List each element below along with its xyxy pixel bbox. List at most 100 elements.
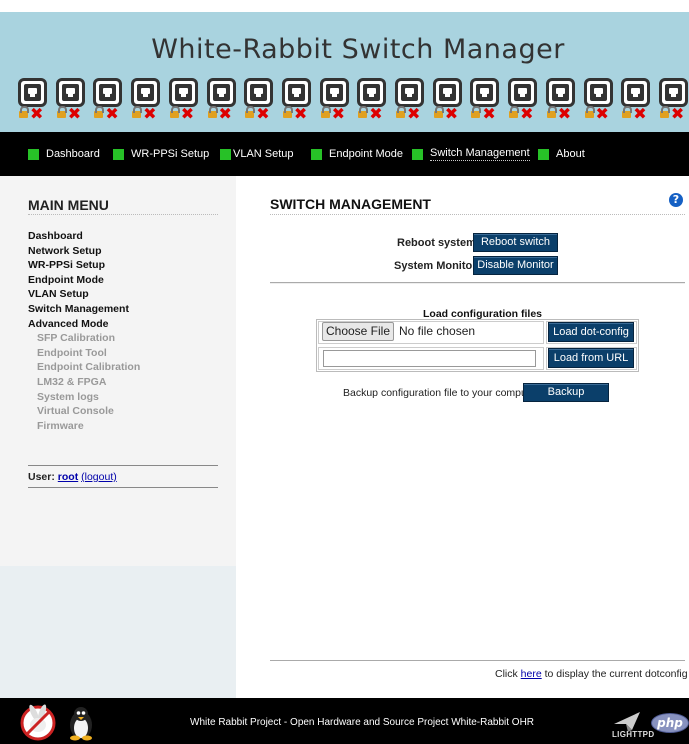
- link-down-icon: ✖: [369, 104, 383, 123]
- link-down-icon: ✖: [331, 104, 345, 123]
- ethernet-port-icon: [508, 78, 538, 107]
- reboot-label: Reboot system:: [397, 237, 480, 249]
- link-down-icon: ✖: [595, 104, 609, 123]
- unlocked-icon: [471, 106, 482, 118]
- page-title: SWITCH MANAGEMENT: [270, 196, 431, 212]
- menu-item-system-logs[interactable]: System logs: [28, 390, 218, 405]
- link-down-icon: ✖: [30, 104, 44, 123]
- user-divider-bottom: [28, 487, 218, 488]
- nav-endpoint-mode[interactable]: Endpoint Mode: [311, 147, 403, 161]
- unlocked-icon: [509, 106, 520, 118]
- link-down-icon: ✖: [143, 104, 157, 123]
- port-5-icon: ✖: [168, 78, 199, 124]
- load-dot-config-button[interactable]: Load dot-config: [548, 322, 634, 342]
- port-17-icon: ✖: [621, 78, 651, 124]
- menu-item-lm32-fpga[interactable]: LM32 & FPGA: [28, 375, 218, 390]
- footer-text: White Rabbit Project - Open Hardware and…: [190, 717, 535, 728]
- ethernet-port-icon: [319, 78, 349, 107]
- link-down-icon: ✖: [218, 104, 232, 123]
- menu-item-endpoint-calibration[interactable]: Endpoint Calibration: [28, 360, 218, 375]
- system-monitor-label: System Monitor:: [394, 260, 481, 272]
- user-divider-top: [28, 465, 218, 466]
- footer-divider: [270, 660, 685, 661]
- port-2-icon: ✖: [55, 78, 86, 124]
- unlocked-icon: [207, 106, 218, 118]
- reboot-switch-button[interactable]: Reboot switch: [473, 233, 558, 252]
- port-4-icon: ✖: [131, 78, 161, 124]
- menu-item-advanced-mode[interactable]: Advanced Mode: [28, 317, 218, 332]
- ethernet-port-icon: [55, 78, 85, 107]
- unlocked-icon: [19, 106, 29, 118]
- help-icon[interactable]: ?: [669, 193, 683, 207]
- unlocked-icon: [282, 106, 293, 118]
- link-down-icon: ✖: [105, 104, 119, 123]
- port-9-icon: ✖: [319, 78, 350, 124]
- menu-item-virtual-console[interactable]: Virtual Console: [28, 404, 218, 419]
- link-down-icon: ✖: [444, 104, 459, 123]
- unlocked-icon: [169, 106, 180, 118]
- dotconfig-here-link[interactable]: here: [521, 668, 542, 680]
- nav-bullet-icon: [113, 148, 124, 160]
- ethernet-port-icon: [470, 78, 500, 107]
- config-url-input[interactable]: [323, 350, 536, 367]
- sidebar-footer-area: [0, 566, 236, 698]
- menu-item-endpoint-mode[interactable]: Endpoint Mode: [28, 273, 218, 288]
- tux-logo-icon: [70, 707, 92, 741]
- link-down-icon: ✖: [67, 104, 82, 123]
- menu-item-wr-ppsi-setup[interactable]: WR-PPSi Setup: [28, 258, 218, 273]
- link-down-icon: ✖: [407, 104, 421, 123]
- nav-bullet-icon: [412, 148, 423, 160]
- ethernet-port-icon: [432, 78, 462, 107]
- load-from-url-button[interactable]: Load from URL: [548, 348, 634, 368]
- menu-item-switch-management[interactable]: Switch Management: [28, 302, 218, 317]
- unlocked-icon: [56, 106, 67, 118]
- php-logo-icon: php: [651, 713, 689, 733]
- link-down-icon: ✖: [670, 104, 685, 123]
- nav-about[interactable]: About: [538, 147, 585, 161]
- menu-item-sfp-calibration[interactable]: SFP Calibration: [28, 331, 218, 346]
- ethernet-port-icon: [244, 78, 274, 107]
- unlocked-icon: [94, 106, 105, 118]
- title-divider: [270, 214, 685, 215]
- user-name-link[interactable]: root: [58, 471, 78, 483]
- menu-item-dashboard[interactable]: Dashboard: [28, 229, 218, 244]
- link-down-icon: ✖: [256, 104, 270, 123]
- link-down-icon: ✖: [482, 104, 496, 123]
- disable-monitor-button[interactable]: Disable Monitor: [473, 256, 558, 275]
- ethernet-port-icon: [545, 78, 575, 107]
- unlocked-icon: [245, 106, 256, 118]
- nav-dashboard[interactable]: Dashboard: [28, 147, 100, 161]
- backup-button[interactable]: Backup: [523, 383, 609, 402]
- link-down-icon: ✖: [293, 104, 308, 123]
- user-info: User: root (logout): [28, 471, 117, 483]
- choose-file-button[interactable]: Choose File: [322, 322, 394, 341]
- port-14-icon: ✖: [508, 78, 538, 124]
- menu-divider: [28, 214, 218, 215]
- section-divider: [270, 282, 685, 284]
- nav-wr-ppsi-setup[interactable]: WR-PPSi Setup: [113, 147, 209, 161]
- logout-link[interactable]: (logout): [81, 471, 117, 483]
- unlocked-icon: [659, 106, 670, 118]
- nav-bullet-icon: [538, 148, 549, 160]
- link-down-icon: ✖: [180, 104, 195, 123]
- ethernet-port-icon: [18, 78, 47, 107]
- ethernet-port-icon: [168, 78, 198, 107]
- nav-bullet-icon: [28, 148, 39, 160]
- unlocked-icon: [132, 106, 143, 118]
- menu-item-network-setup[interactable]: Network Setup: [28, 244, 218, 259]
- nav-bullet-icon: [311, 148, 322, 160]
- port-1-icon: ✖: [18, 78, 48, 124]
- ethernet-port-icon: [281, 78, 311, 107]
- header-banner: White-Rabbit Switch Manager ✖ ✖ ✖ ✖ ✖ ✖ ✖ ✖ ✖ ✖ ✖ ✖…: [0, 12, 689, 132]
- nav-vlan-setup[interactable]: VLAN Setup: [220, 147, 294, 161]
- menu-item-vlan-setup[interactable]: VLAN Setup: [28, 287, 218, 302]
- ethernet-port-icon: [206, 78, 236, 107]
- unlocked-icon: [358, 106, 369, 118]
- menu-item-firmware[interactable]: Firmware: [28, 419, 218, 434]
- menu-item-endpoint-tool[interactable]: Endpoint Tool: [28, 346, 218, 361]
- ethernet-port-icon: [131, 78, 161, 107]
- link-down-icon: ✖: [520, 104, 534, 123]
- link-down-icon: ✖: [557, 104, 572, 123]
- file-status-text: No file chosen: [399, 324, 476, 338]
- nav-switch-management[interactable]: Switch Management: [412, 147, 530, 161]
